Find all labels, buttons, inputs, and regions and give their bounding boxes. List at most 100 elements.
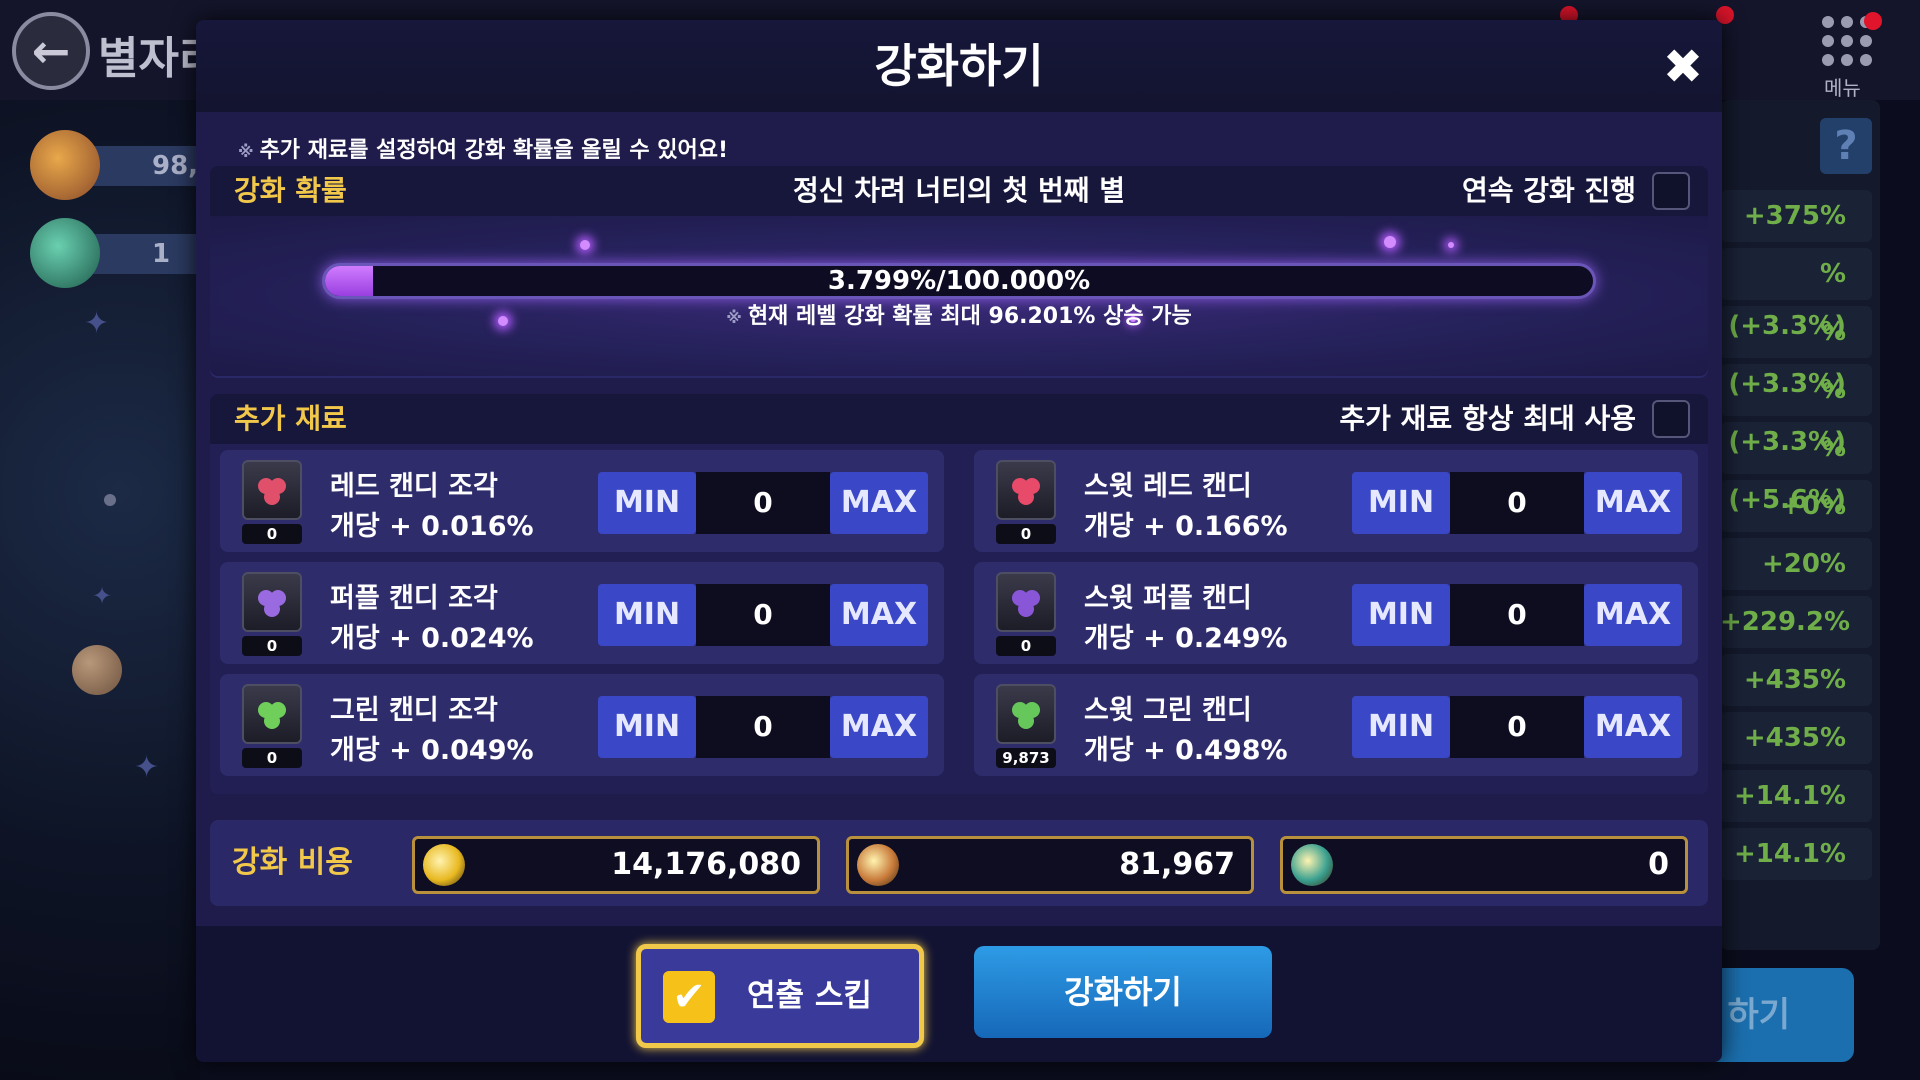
bonus-value: % (+3.3%) <box>1720 248 1872 341</box>
material-name: 스윗 퍼플 캔디 <box>1084 583 1252 614</box>
material-rate: 개당 + 0.498% <box>1084 735 1288 766</box>
continuous-enhance-label: 연속 강화 진행 <box>1461 174 1636 207</box>
purple-candy-piece-icon <box>242 572 302 632</box>
candy-jar-icon <box>30 130 100 200</box>
quantity-stepper: MIN 0 MAX <box>1352 472 1682 534</box>
material-row: 0 레드 캔디 조각 개당 + 0.016% MIN 0 MAX <box>220 450 944 552</box>
quantity-stepper: MIN 0 MAX <box>598 472 928 534</box>
dialog-footer: ✔ 연출 스킵 강화하기 <box>196 926 1722 1062</box>
material-rate: 개당 + 0.166% <box>1084 511 1288 542</box>
sparkle <box>580 240 590 250</box>
max-button[interactable]: MAX <box>1584 472 1682 534</box>
menu-button[interactable]: 메뉴 <box>1816 12 1882 100</box>
probability-text: 3.799%/100.000% <box>827 266 1091 296</box>
resource-row: 98,55 <box>30 130 234 200</box>
quantity-field[interactable]: 0 <box>696 696 830 758</box>
material-owned-count: 9,873 <box>996 748 1056 768</box>
always-max-checkbox[interactable] <box>1652 400 1690 438</box>
always-max-label: 추가 재료 항상 최대 사용 <box>1339 402 1636 435</box>
checkmark-icon: ✔ <box>663 971 715 1023</box>
skip-animation-toggle[interactable]: ✔ 연출 스킵 <box>636 944 924 1048</box>
enhance-dialog: 강화하기 ✖ ※ 추가 재료를 설정하여 강화 확률을 올릴 수 있어요! 강화 … <box>196 20 1722 1062</box>
star-icon: ✦ <box>134 750 160 785</box>
orb-cost-box: 0 <box>1280 836 1688 894</box>
material-row: 0 그린 캔디 조각 개당 + 0.049% MIN 0 MAX <box>220 674 944 776</box>
min-button[interactable]: MIN <box>1352 696 1450 758</box>
material-row: 0 스윗 퍼플 캔디 개당 + 0.249% MIN 0 MAX <box>974 562 1698 664</box>
planet-icon <box>72 645 122 695</box>
material-owned-count: 0 <box>242 524 302 544</box>
sweet-purple-candy-icon <box>996 572 1056 632</box>
sparkle <box>1384 236 1396 248</box>
bonus-value: +435% <box>1720 654 1872 706</box>
material-rate: 개당 + 0.049% <box>330 735 534 766</box>
notification-dot <box>1864 12 1882 30</box>
bonus-value: +20% <box>1720 538 1872 590</box>
max-button[interactable]: MAX <box>1584 696 1682 758</box>
material-owned-count: 0 <box>242 748 302 768</box>
bonus-list: +375% % (+3.3%) % (+3.3%) % (+3.3%) % (+… <box>1720 190 1872 886</box>
quantity-field[interactable]: 0 <box>696 584 830 646</box>
menu-label: 메뉴 <box>1824 76 1861 100</box>
candy-jar-icon <box>857 844 899 886</box>
resource-row: 1 <box>30 218 230 288</box>
candy-cost-box: 81,967 <box>846 836 1254 894</box>
material-owned-count: 0 <box>996 636 1056 656</box>
material-row: 9,873 스윗 그린 캔디개당 + 0.498% MIN 0 MAX <box>974 674 1698 776</box>
sweet-red-candy-icon <box>996 460 1056 520</box>
back-button[interactable]: ← <box>12 12 90 90</box>
sweet-green-candy-icon <box>996 684 1056 744</box>
orb-cost-value: 0 <box>1648 847 1669 882</box>
dragon-orb-icon <box>1291 844 1333 886</box>
help-button[interactable]: ? <box>1820 118 1872 174</box>
probability-panel: 강화 확률 정신 차려 너티의 첫 번째 별 연속 강화 진행 3.799%/1… <box>210 166 1708 378</box>
close-icon[interactable]: ✖ <box>1660 43 1706 91</box>
min-button[interactable]: MIN <box>1352 584 1450 646</box>
bonus-value: +375% <box>1720 190 1872 242</box>
gold-cost-value: 14,176,080 <box>611 847 801 882</box>
material-owned-count: 0 <box>242 636 302 656</box>
notice-mark: ※ <box>238 142 254 161</box>
star-icon: ✦ <box>84 306 110 341</box>
probability-note: ※ 현재 레벨 강화 확률 최대 96.201% 상승 가능 <box>210 298 1708 330</box>
min-button[interactable]: MIN <box>598 696 696 758</box>
dragon-orb-icon <box>30 218 100 288</box>
min-button[interactable]: MIN <box>1352 472 1450 534</box>
quantity-stepper: MIN 0 MAX <box>1352 696 1682 758</box>
quantity-field[interactable]: 0 <box>1450 696 1584 758</box>
continuous-enhance-checkbox[interactable] <box>1652 172 1690 210</box>
cost-panel: 강화 비용 14,176,080 81,967 0 <box>210 820 1708 906</box>
note-mark: ※ <box>726 308 742 327</box>
material-name: 퍼플 캔디 조각 <box>330 583 498 614</box>
note-text: 현재 레벨 강화 확률 최대 96.201% 상승 가능 <box>747 304 1192 329</box>
max-button[interactable]: MAX <box>1584 584 1682 646</box>
bonus-value: +14.1% <box>1720 770 1872 822</box>
decor-dot <box>104 494 116 506</box>
green-candy-piece-icon <box>242 684 302 744</box>
candy-cost-value: 81,967 <box>1119 847 1235 882</box>
quantity-field[interactable]: 0 <box>696 472 830 534</box>
material-name: 스윗 그린 캔디 <box>1084 695 1252 726</box>
cost-label: 강화 비용 <box>232 845 353 880</box>
quantity-stepper: MIN 0 MAX <box>598 584 928 646</box>
star-icon: ✦ <box>92 582 113 610</box>
material-name: 그린 캔디 조각 <box>330 695 498 726</box>
material-rate: 개당 + 0.249% <box>1084 623 1288 654</box>
max-button[interactable]: MAX <box>830 696 928 758</box>
min-button[interactable]: MIN <box>598 472 696 534</box>
material-name: 레드 캔디 조각 <box>330 471 498 502</box>
bonus-value: +229.2% <box>1720 596 1872 648</box>
material-rate: 개당 + 0.016% <box>330 511 534 542</box>
max-button[interactable]: MAX <box>830 472 928 534</box>
max-button[interactable]: MAX <box>830 584 928 646</box>
quantity-field[interactable]: 0 <box>1450 584 1584 646</box>
min-button[interactable]: MIN <box>598 584 696 646</box>
quantity-stepper: MIN 0 MAX <box>598 696 928 758</box>
material-row: 0 스윗 레드 캔디 개당 + 0.166% MIN 0 MAX <box>974 450 1698 552</box>
quantity-field[interactable]: 0 <box>1450 472 1584 534</box>
notice-text: 추가 재료를 설정하여 강화 확률을 올릴 수 있어요! <box>259 138 729 163</box>
enhance-button[interactable]: 강화하기 <box>974 946 1272 1038</box>
red-candy-piece-icon <box>242 460 302 520</box>
probability-area: 3.799%/100.000% ※ 현재 레벨 강화 확률 최대 96.201% … <box>210 216 1708 376</box>
dialog-notice: ※ 추가 재료를 설정하여 강화 확률을 올릴 수 있어요! <box>238 132 728 164</box>
